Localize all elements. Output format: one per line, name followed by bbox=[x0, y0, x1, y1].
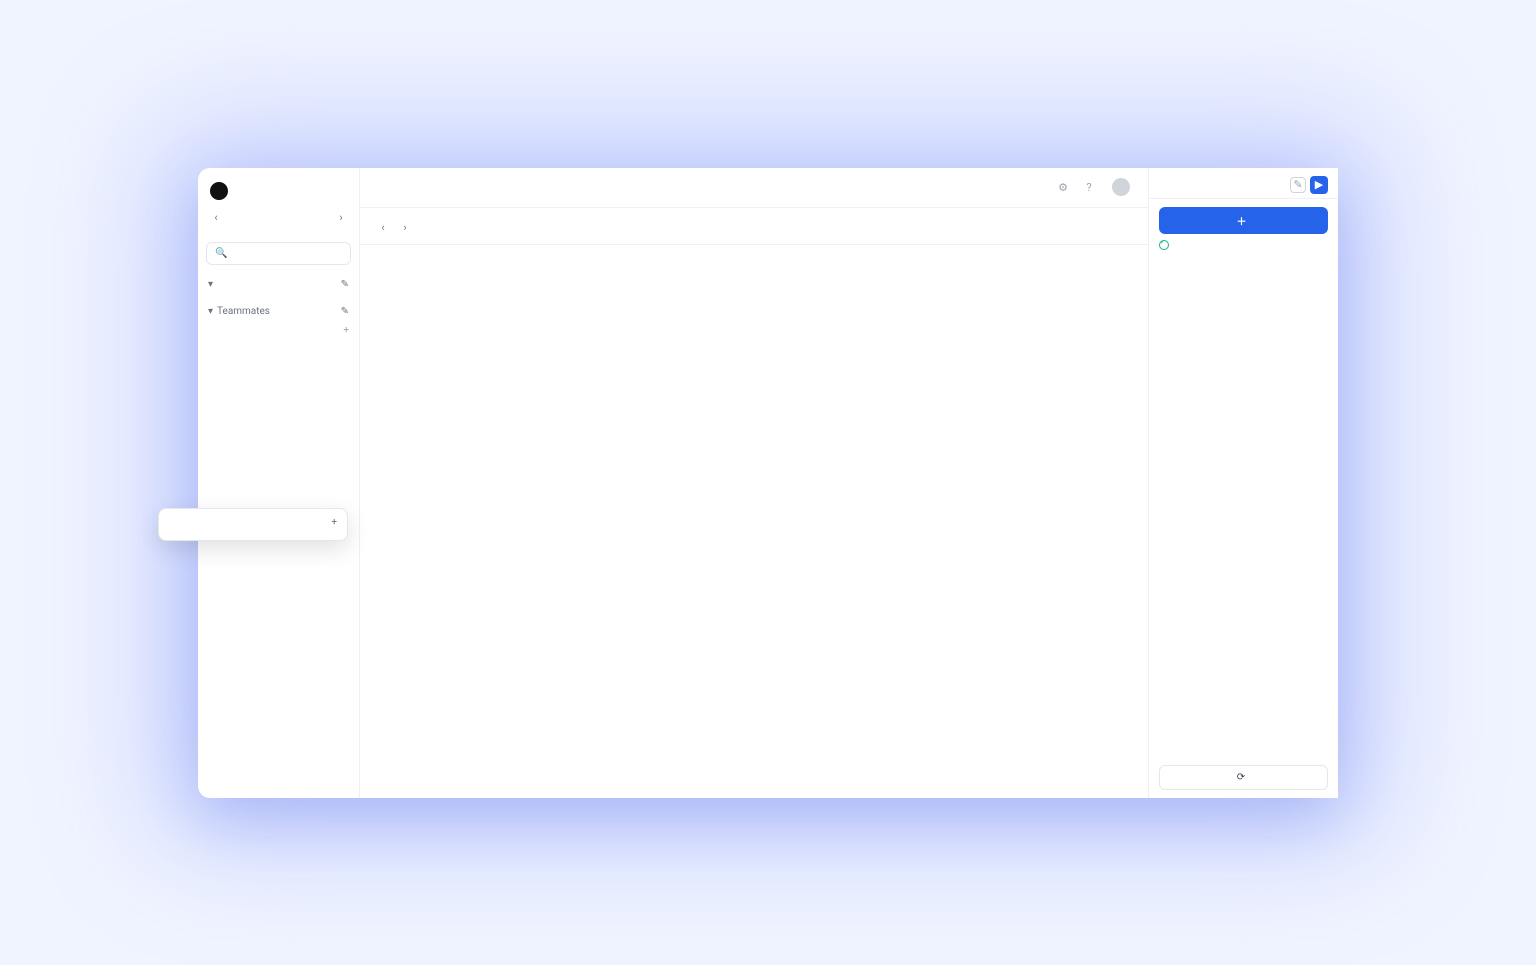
teammate-row bbox=[206, 340, 351, 348]
check-icon bbox=[1159, 240, 1169, 250]
refresh-tasks-button[interactable]: ⟳ bbox=[1159, 765, 1328, 790]
minical-next[interactable]: › bbox=[333, 210, 349, 226]
pencil-icon[interactable]: ✎ bbox=[341, 306, 349, 317]
cal-next[interactable]: › bbox=[396, 219, 414, 237]
cal-prev[interactable]: ‹ bbox=[374, 219, 392, 237]
plus-icon[interactable]: + bbox=[343, 325, 349, 336]
help-icon[interactable]: ? bbox=[1080, 178, 1098, 196]
chevron-down-icon: ▾ bbox=[208, 279, 213, 290]
gear-icon[interactable]: ⚙ bbox=[1054, 178, 1072, 196]
calendar-header: ‹ › bbox=[360, 208, 1148, 245]
teammates-section[interactable]: ▾ Teammates ✎ bbox=[206, 300, 351, 321]
pencil-icon[interactable]: ✎ bbox=[341, 279, 349, 290]
topbar: ⚙ ? bbox=[360, 168, 1148, 208]
brand bbox=[206, 178, 351, 210]
add-task-button[interactable]: ＋ bbox=[1159, 207, 1328, 234]
user-menu[interactable] bbox=[1112, 178, 1136, 196]
teammate-row: + bbox=[206, 321, 351, 340]
play-button[interactable]: ▶ bbox=[1310, 176, 1328, 194]
avatar bbox=[1112, 178, 1130, 196]
edit-task-button[interactable]: ✎ bbox=[1290, 177, 1306, 193]
search-teammates-input[interactable]: 🔍 bbox=[206, 242, 351, 265]
refresh-icon: ⟳ bbox=[1237, 772, 1245, 783]
add-account-icon[interactable]: + bbox=[331, 517, 337, 528]
plus-icon: ＋ bbox=[1237, 213, 1247, 228]
chevron-down-icon: ▾ bbox=[208, 306, 213, 317]
agenda-panel: ✎ ▶ ＋ ⟳ bbox=[1148, 168, 1338, 798]
section-label: Teammates bbox=[217, 306, 270, 317]
accounts-popup: + bbox=[158, 508, 348, 541]
brand-logo-icon bbox=[210, 182, 228, 200]
my-calendars-section[interactable]: ▾ ✎ bbox=[206, 273, 351, 294]
minical-prev[interactable]: ‹ bbox=[208, 210, 224, 226]
search-icon: 🔍 bbox=[215, 248, 227, 259]
scheduled-status bbox=[1149, 240, 1338, 256]
calendar-grid[interactable] bbox=[360, 245, 1148, 798]
now-task: ✎ ▶ bbox=[1149, 168, 1338, 199]
